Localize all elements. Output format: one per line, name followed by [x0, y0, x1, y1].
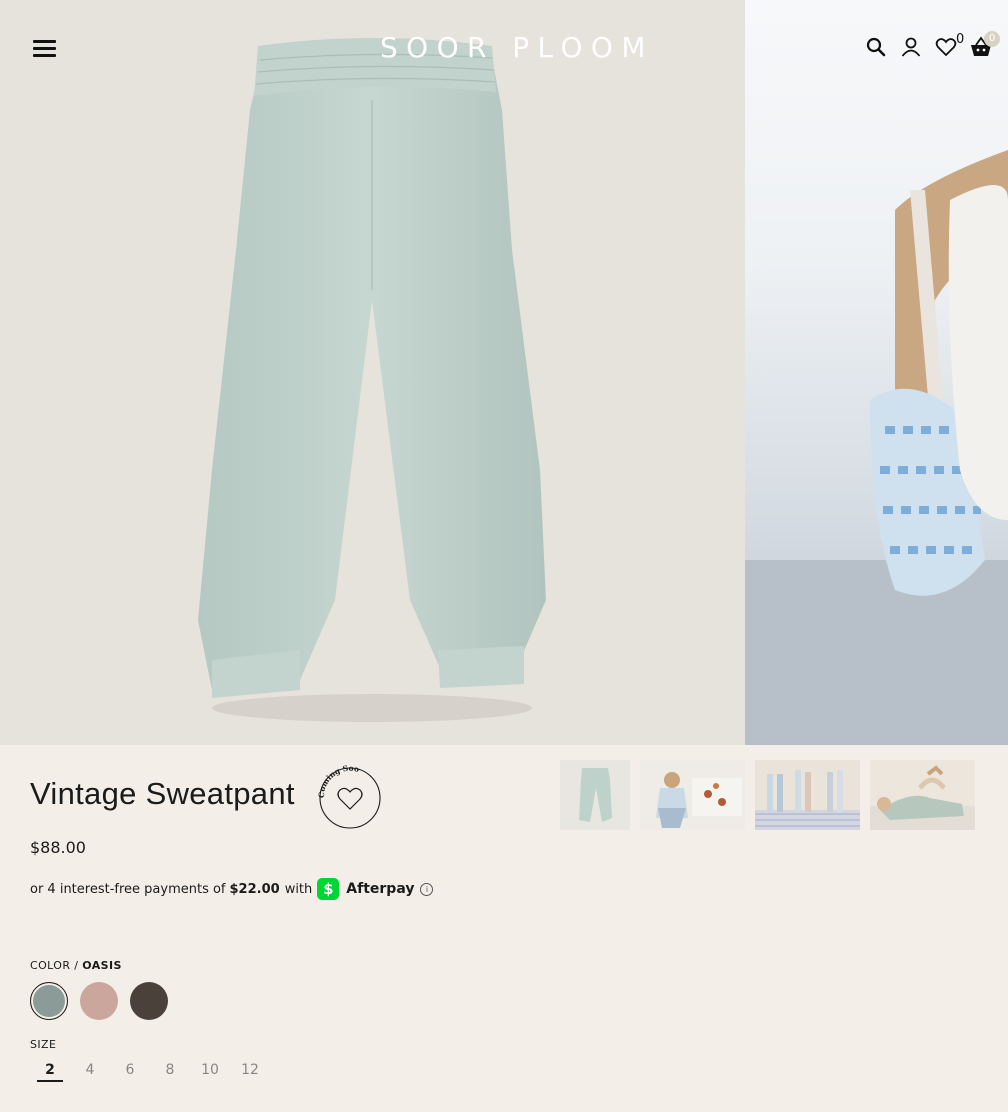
site-logo[interactable]: SOOR PLOOM: [380, 31, 648, 64]
color-swatches: [30, 982, 168, 1020]
sweatpant-illustration: [198, 38, 546, 722]
color-swatch-oasis[interactable]: [30, 982, 68, 1020]
thumbnail-2[interactable]: [640, 760, 745, 830]
afterpay-prefix: or 4 interest-free payments of: [30, 881, 226, 897]
product-main-image[interactable]: [0, 0, 745, 745]
color-label-text: COLOR /: [30, 959, 79, 972]
size-option-8[interactable]: 8: [150, 1060, 190, 1084]
menu-icon[interactable]: [32, 38, 58, 58]
thumbnail-1[interactable]: [560, 760, 630, 830]
account-icon[interactable]: [899, 35, 923, 59]
afterpay-brand: Afterpay: [346, 881, 415, 897]
size-option-label: 4: [85, 1062, 95, 1078]
size-option-label: 8: [165, 1062, 175, 1078]
size-option-2[interactable]: 2: [30, 1060, 70, 1084]
size-option-12[interactable]: 12: [230, 1060, 270, 1084]
product-gallery[interactable]: [0, 0, 1008, 745]
afterpay-installment: $22.00: [229, 881, 280, 897]
size-option-4[interactable]: 4: [70, 1060, 110, 1084]
wishlist-icon[interactable]: [934, 35, 958, 59]
thumbnail-4[interactable]: [870, 760, 975, 830]
size-option-10[interactable]: 10: [190, 1060, 230, 1084]
color-swatch-charcoal[interactable]: [130, 982, 168, 1020]
size-selector: 2 4 6 8 10 12: [30, 1060, 270, 1084]
coming-soon-wishlist-button[interactable]: Coming Soon: [311, 755, 386, 832]
color-swatch-pink[interactable]: [80, 982, 118, 1020]
info-icon[interactable]: i: [420, 882, 434, 896]
product-title: Vintage Sweatpant: [30, 776, 295, 811]
thumbnail-3[interactable]: [755, 760, 860, 830]
size-label: SIZE: [30, 1038, 57, 1051]
lifestyle-illustration: [745, 150, 1008, 745]
search-icon[interactable]: [864, 35, 888, 59]
size-option-label: 2: [37, 1062, 63, 1082]
color-selected-value: OASIS: [82, 959, 122, 972]
wishlist-count: 0: [956, 32, 965, 47]
color-label: COLOR / OASIS: [30, 959, 122, 972]
afterpay-message: or 4 interest-free payments of $22.00 wi…: [30, 878, 434, 900]
product-lifestyle-image[interactable]: [745, 0, 1008, 745]
size-option-label: 12: [241, 1062, 259, 1078]
size-option-label: 6: [125, 1062, 135, 1078]
heart-icon: [337, 787, 363, 810]
coming-soon-label: Coming Soon: [314, 762, 360, 798]
product-price: $88.00: [30, 838, 86, 857]
afterpay-with: with: [284, 881, 313, 897]
cash-app-icon: $: [317, 878, 340, 900]
size-option-label: 10: [201, 1062, 219, 1078]
size-option-6[interactable]: 6: [110, 1060, 150, 1084]
site-header: SOOR PLOOM 0 0: [0, 0, 1008, 96]
cart-count-badge: 0: [984, 31, 1000, 47]
